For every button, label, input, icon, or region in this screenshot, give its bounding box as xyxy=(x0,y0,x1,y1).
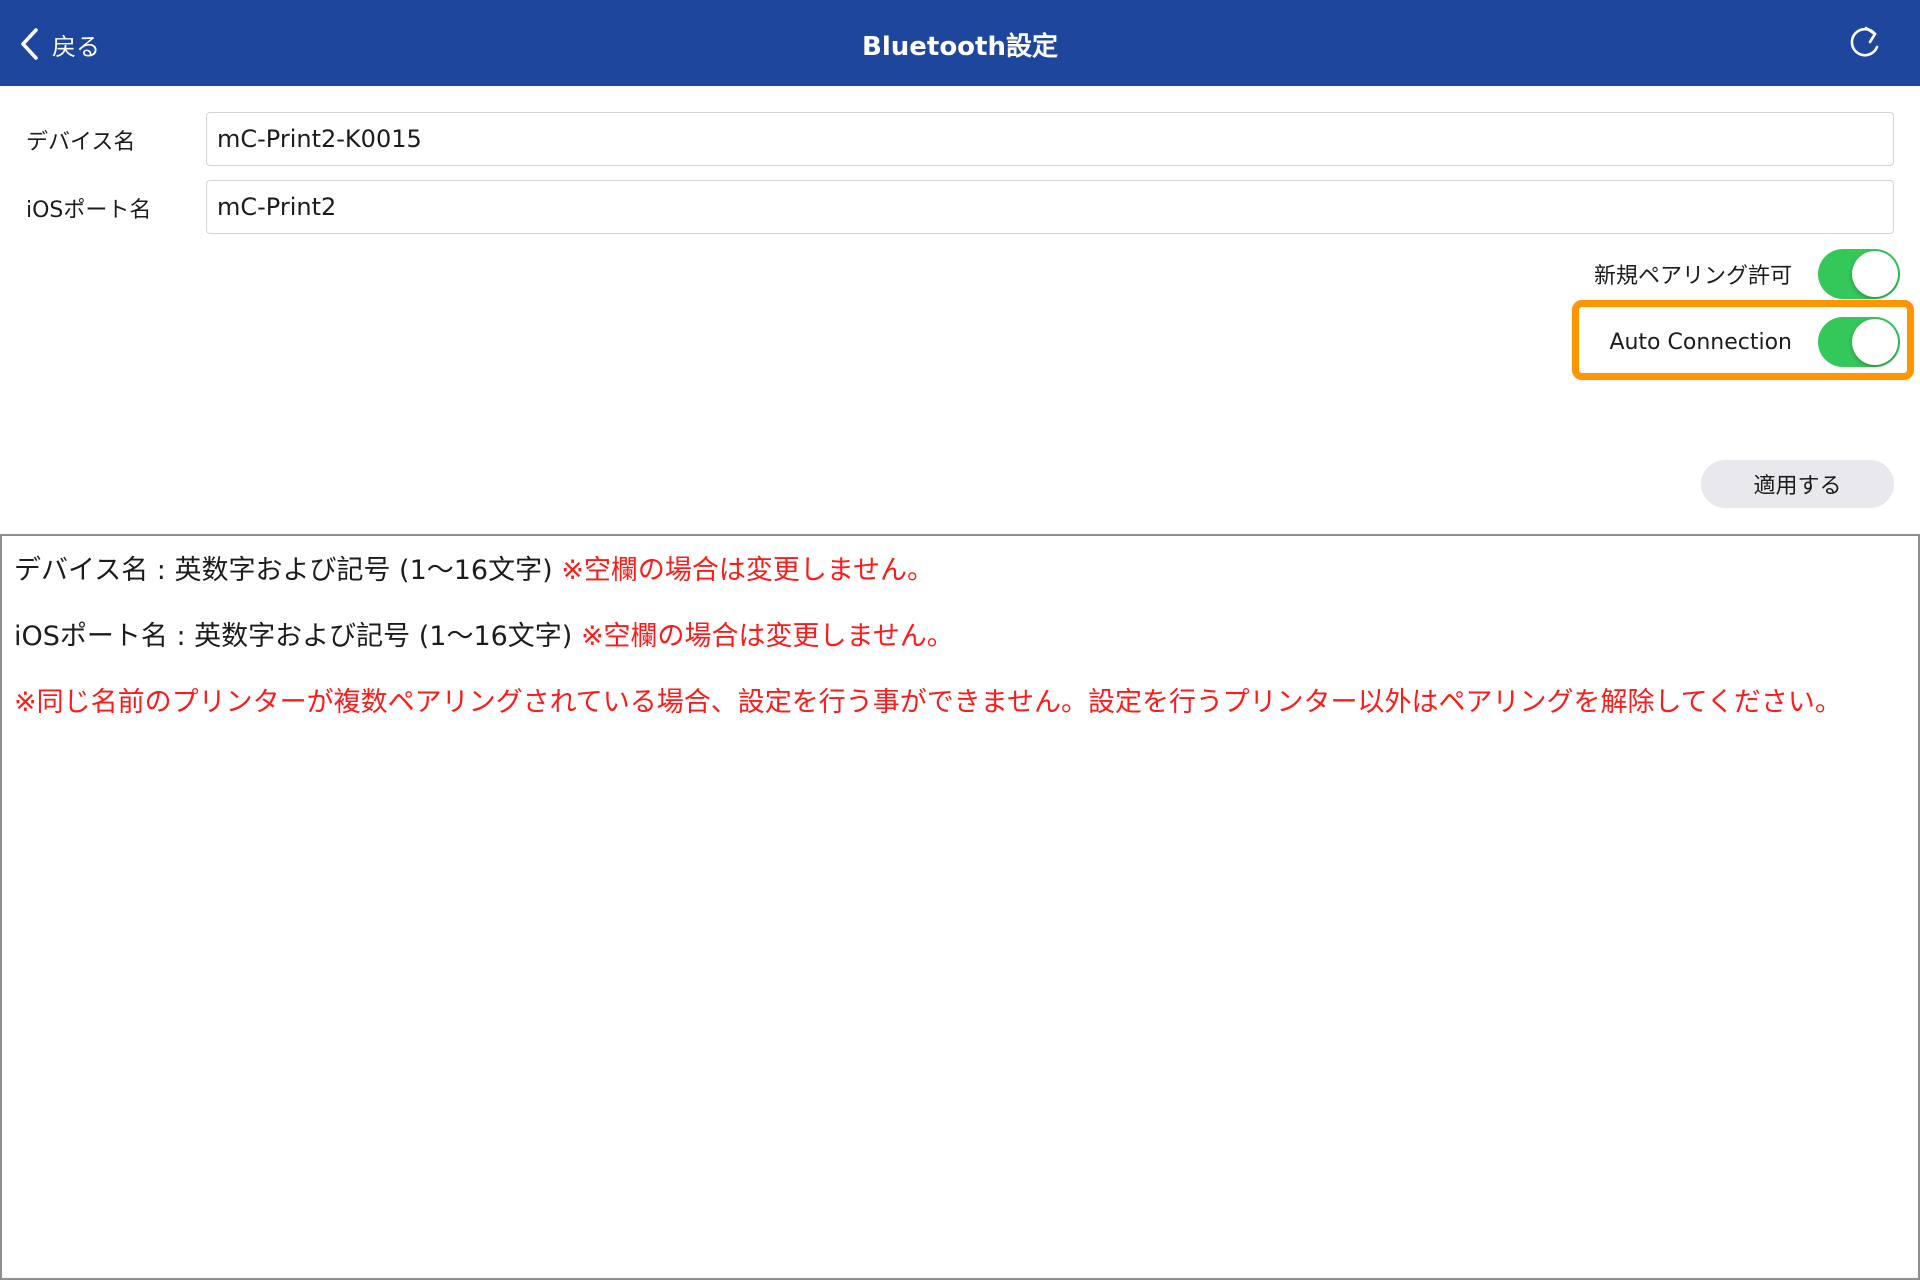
duplicate-warning: ※同じ名前のプリンターが複数ペアリングされている場合、設定を行う事ができません。… xyxy=(14,687,1842,718)
toggle-knob xyxy=(1852,319,1898,365)
page-title: Bluetooth設定 xyxy=(862,32,1058,62)
device-name-note: ※空欄の場合は変更しません。 xyxy=(561,555,935,586)
apply-button[interactable]: 適用する xyxy=(1701,460,1894,508)
device-name-input[interactable] xyxy=(206,112,1894,166)
auto-connection-row: Auto Connection xyxy=(1609,316,1900,368)
new-pairing-label: 新規ペアリング許可 xyxy=(1593,264,1792,289)
ios-port-rule-line: iOSポート名 : 英数字および記号 (1～16文字) ※空欄の場合は変更しませ… xyxy=(14,614,954,653)
device-name-rule-line: デバイス名 : 英数字および記号 (1～16文字) ※空欄の場合は変更しません。 xyxy=(14,548,934,587)
new-pairing-toggle[interactable] xyxy=(1818,249,1900,299)
device-name-rule: デバイス名 : 英数字および記号 (1～16文字) xyxy=(14,555,553,586)
device-name-label: デバイス名 xyxy=(26,130,136,155)
new-pairing-row: 新規ペアリング許可 xyxy=(1594,248,1900,300)
toggle-knob xyxy=(1852,251,1898,297)
info-panel: デバイス名 : 英数字および記号 (1～16文字) ※空欄の場合は変更しません。… xyxy=(0,534,1920,1280)
ios-port-rule: iOSポート名 : 英数字および記号 (1～16文字) xyxy=(14,621,573,652)
auto-connection-toggle[interactable] xyxy=(1818,317,1900,367)
refresh-icon[interactable] xyxy=(1844,22,1884,64)
navigation-bar: 戻る Bluetooth設定 xyxy=(0,0,1920,86)
ios-port-name-label: iOSポート名 xyxy=(26,198,152,223)
ios-port-name-input[interactable] xyxy=(206,180,1894,234)
auto-connection-label: Auto Connection xyxy=(1609,329,1792,355)
ios-port-note: ※空欄の場合は変更しません。 xyxy=(580,621,954,652)
